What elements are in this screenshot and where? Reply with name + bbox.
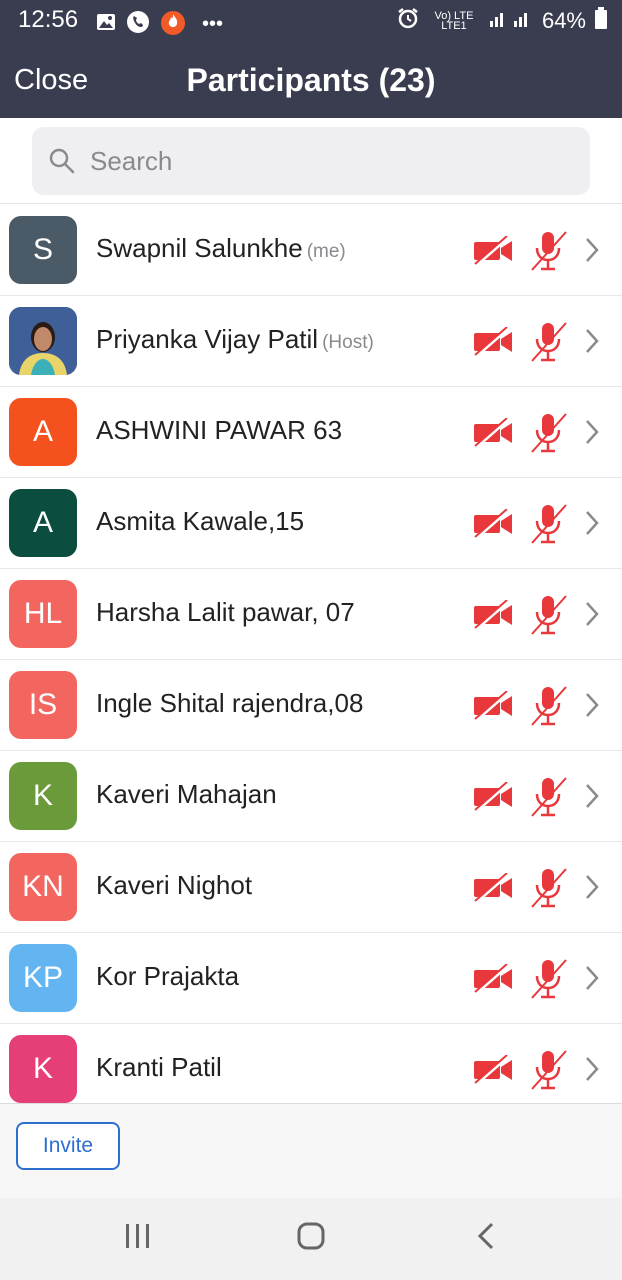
more-dots-icon: ••• (202, 13, 224, 35)
participant-row[interactable]: A ASHWINI PAWAR 63 (0, 387, 622, 478)
chevron-right-icon[interactable] (583, 872, 601, 907)
page-title: Participants (23) (186, 62, 436, 98)
participant-name: Kranti Patil (96, 1052, 222, 1082)
video-off-icon (472, 235, 514, 271)
video-off-icon (472, 508, 514, 544)
invite-button[interactable]: Invite (16, 1122, 120, 1170)
avatar: HL (9, 580, 77, 648)
status-time: 12:56 (18, 6, 79, 33)
participant-list[interactable]: S Swapnil Salunkhe (me) Priyanka Vijay Pati… (0, 205, 622, 1103)
search-input[interactable] (90, 127, 570, 195)
video-off-icon (472, 417, 514, 453)
participant-name-wrap: Kor Prajakta (96, 961, 239, 992)
status-bar: 12:56 ••• Vo) LTE LTE1 64% (0, 0, 622, 40)
home-icon[interactable] (297, 1222, 325, 1255)
participant-name-wrap: Swapnil Salunkhe (me) (96, 233, 346, 264)
fire-icon (160, 8, 186, 41)
participant-name: Kaveri Mahajan (96, 779, 277, 809)
battery-percent: 64% (541, 8, 586, 33)
mic-muted-icon (528, 412, 568, 459)
participant-name: Swapnil Salunkhe (96, 233, 303, 263)
participant-row[interactable]: KN Kaveri Nighot (0, 842, 622, 933)
avatar: A (9, 398, 77, 466)
participant-name: Ingle Shital rajendra,08 (96, 688, 364, 718)
image-icon (96, 13, 116, 36)
chevron-right-icon[interactable] (583, 690, 601, 725)
avatar: K (9, 1035, 77, 1103)
avatar: IS (9, 671, 77, 739)
participant-name-wrap: Kaveri Nighot (96, 870, 252, 901)
participant-row[interactable]: Priyanka Vijay Patil (Host) (0, 296, 622, 387)
search-box[interactable] (32, 127, 590, 195)
footer-bar: Invite (0, 1103, 622, 1198)
video-off-icon (472, 1054, 514, 1090)
avatar: S (9, 216, 77, 284)
search-section (0, 118, 622, 204)
chevron-right-icon[interactable] (583, 326, 601, 361)
mic-muted-icon (528, 503, 568, 550)
alarm-icon (396, 6, 420, 36)
battery-icon (594, 7, 608, 35)
back-icon[interactable] (474, 1222, 498, 1255)
video-off-icon (472, 690, 514, 726)
participant-name: Asmita Kawale,15 (96, 506, 305, 536)
participant-tag: (Host) (322, 332, 374, 353)
video-off-icon (472, 872, 514, 908)
chevron-right-icon[interactable] (583, 508, 601, 543)
avatar: KP (9, 944, 77, 1012)
signal-icon (488, 7, 534, 35)
participant-name: Priyanka Vijay Patil (96, 324, 319, 354)
participants-header: Close Participants (23) (0, 40, 622, 118)
participant-name-wrap: Kranti Patil (96, 1052, 222, 1083)
mic-muted-icon (528, 776, 568, 823)
mic-muted-icon (528, 867, 568, 914)
notification-icons: ••• (96, 8, 223, 41)
system-status-icons: Vo) LTE LTE1 64% (396, 6, 608, 36)
mic-muted-icon (528, 958, 568, 1005)
mic-muted-icon (528, 685, 568, 732)
network-type: Vo) LTE LTE1 (434, 10, 474, 32)
chevron-right-icon[interactable] (583, 1054, 601, 1089)
participant-name: Harsha Lalit pawar, 07 (96, 597, 355, 627)
recent-apps-icon[interactable] (124, 1222, 152, 1255)
chevron-right-icon[interactable] (583, 235, 601, 270)
chevron-right-icon[interactable] (583, 599, 601, 634)
participant-name-wrap: Harsha Lalit pawar, 07 (96, 597, 355, 628)
chevron-right-icon[interactable] (583, 417, 601, 452)
video-off-icon (472, 963, 514, 999)
participant-row[interactable]: KP Kor Prajakta (0, 933, 622, 1024)
mic-muted-icon (528, 230, 568, 277)
participant-name-wrap: ASHWINI PAWAR 63 (96, 415, 342, 446)
avatar (9, 307, 77, 375)
mic-muted-icon (528, 1049, 568, 1096)
participant-name-wrap: Kaveri Mahajan (96, 779, 277, 810)
video-off-icon (472, 781, 514, 817)
participant-row[interactable]: K Kaveri Mahajan (0, 751, 622, 842)
participant-row[interactable]: IS Ingle Shital rajendra,08 (0, 660, 622, 751)
participant-tag: (me) (306, 241, 346, 262)
mic-muted-icon (528, 594, 568, 641)
participant-row[interactable]: S Swapnil Salunkhe (me) (0, 205, 622, 296)
chevron-right-icon[interactable] (583, 781, 601, 816)
participant-row[interactable]: HL Harsha Lalit pawar, 07 (0, 569, 622, 660)
chevron-right-icon[interactable] (583, 963, 601, 998)
avatar: KN (9, 853, 77, 921)
participant-name: Kaveri Nighot (96, 870, 253, 900)
avatar: A (9, 489, 77, 557)
participant-name: Kor Prajakta (96, 961, 240, 991)
profile-photo-icon (9, 307, 77, 375)
participant-name-wrap: Ingle Shital rajendra,08 (96, 688, 363, 719)
phone-icon (126, 10, 150, 39)
participant-row[interactable]: A Asmita Kawale,15 (0, 478, 622, 569)
mic-muted-icon (528, 321, 568, 368)
participant-name-wrap: Priyanka Vijay Patil (Host) (96, 324, 374, 355)
system-nav-bar (0, 1198, 622, 1280)
participant-name: ASHWINI PAWAR 63 (96, 415, 343, 445)
video-off-icon (472, 326, 514, 362)
search-icon (48, 147, 76, 180)
video-off-icon (472, 599, 514, 635)
avatar: K (9, 762, 77, 830)
participant-name-wrap: Asmita Kawale,15 (96, 506, 304, 537)
participant-row[interactable]: K Kranti Patil (0, 1024, 622, 1103)
